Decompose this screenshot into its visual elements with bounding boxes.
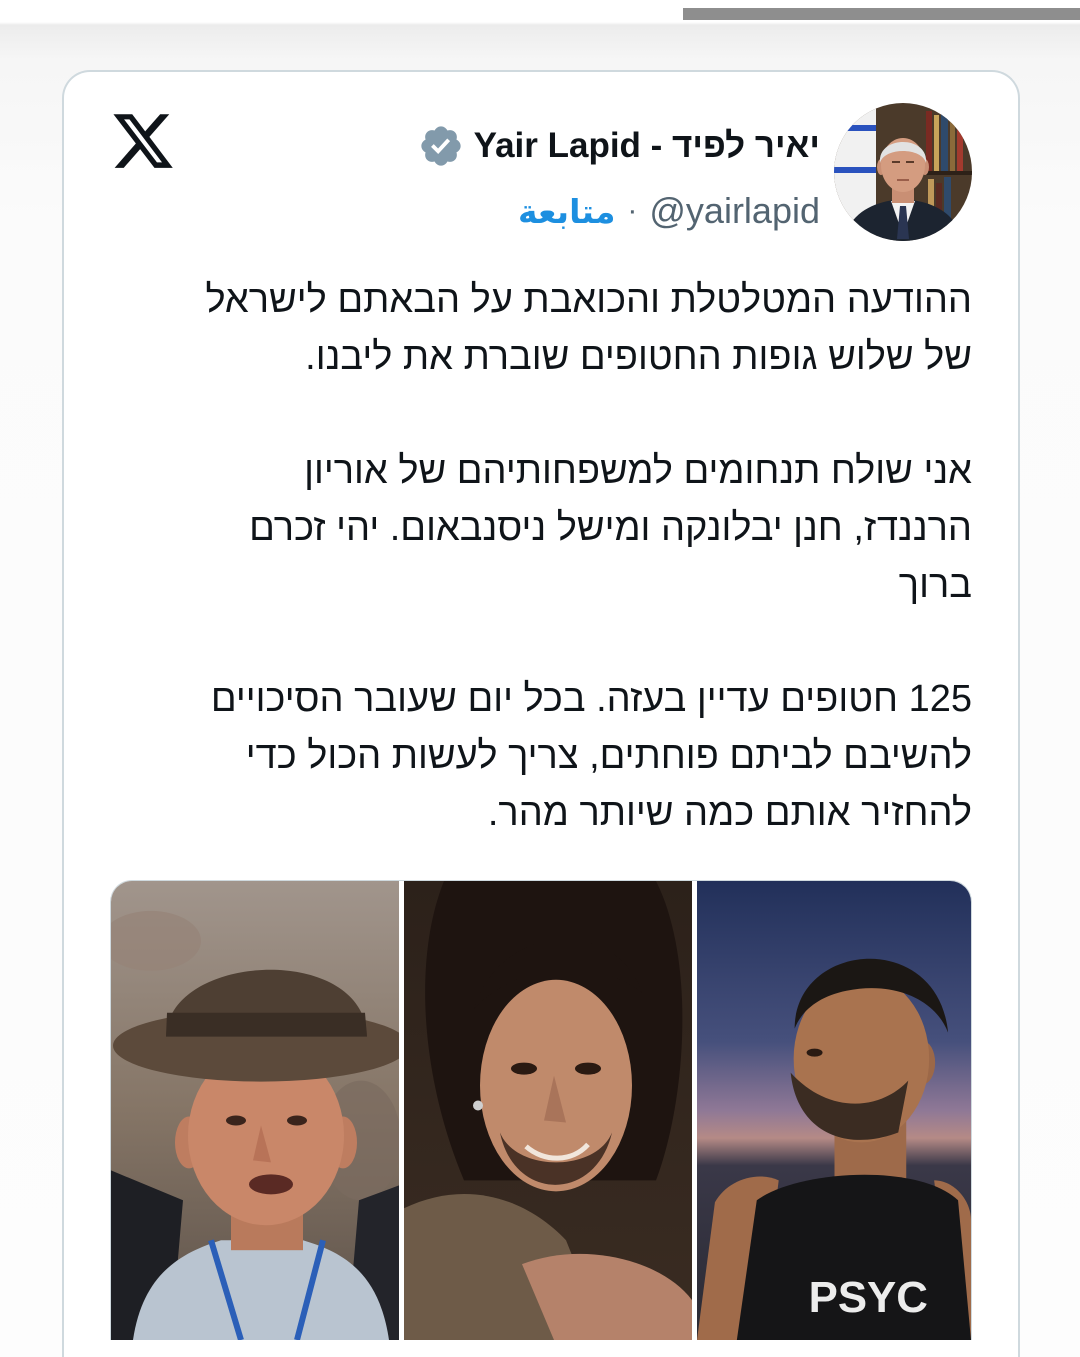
avatar[interactable]: [834, 103, 972, 241]
photo-middle[interactable]: [404, 881, 692, 1340]
tweet-text-line: להשיבם לביתם פוחתים, צריך לעשות הכול כדי: [245, 735, 972, 777]
photo-left[interactable]: [111, 881, 399, 1340]
tweet-text-line: להחזיר אותם כמה שיותר מהר.: [487, 792, 972, 834]
verified-badge-icon: [421, 126, 461, 166]
tweet-text-line: אני שולח תנחומים למשפחותיהם של אוריון: [304, 450, 972, 492]
shirt-text: PSYC: [809, 1273, 928, 1322]
page: יאיר לפיד - Yair Lapid @yairlapid · متاب…: [0, 0, 1080, 1357]
tweet-text-line: של שלוש גופות החטופים שוברת את ליבנו.: [305, 336, 972, 378]
photo-right-image: PSYC: [697, 881, 971, 1340]
tweet-paragraph: 125 חטופים עדיין בעזה. בכל יום שעובר הסי…: [206, 671, 972, 842]
photo-right[interactable]: PSYC: [697, 881, 971, 1340]
author-handle[interactable]: @yairlapid: [649, 190, 820, 232]
tweet-text-line: 125 חטופים עדיין בעזה. בכל יום שעובר הסי…: [210, 678, 972, 720]
tweet-paragraph: אני שולח תנחומים למשפחותיהם של אוריון הר…: [206, 443, 972, 614]
author-name[interactable]: יאיר לפיד - Yair Lapid: [474, 126, 820, 166]
x-logo-icon[interactable]: [110, 108, 176, 174]
tweet-card[interactable]: יאיר לפיד - Yair Lapid @yairlapid · متاب…: [62, 70, 1020, 1357]
tweet-text: ההודעה המטלטלת והכואבת על הבאתם לישראל ש…: [206, 272, 973, 842]
photo-left-image: [111, 881, 399, 1340]
photo-middle-image: [404, 881, 692, 1340]
top-scroll-indicator: [683, 8, 1080, 20]
handle-separator: ·: [627, 194, 638, 227]
tweet-text-line: הרננדז, חנן יבלונקה ומישל ניסנבאום. יהי …: [249, 507, 972, 549]
follow-button[interactable]: متابعة: [518, 192, 615, 231]
author-handle-row: @yairlapid · متابعة: [518, 186, 820, 236]
tweet-text-line: ההודעה המטלטלת והכואבת על הבאתם לישראל: [205, 279, 973, 321]
author-name-row[interactable]: יאיר לפיד - Yair Lapid: [418, 122, 820, 170]
tweet-media-grid: PSYC: [110, 880, 972, 1340]
tweet-text-line: ברוך: [898, 564, 972, 606]
person-middle: [404, 881, 692, 1340]
tweet-paragraph: ההודעה המטלטלת והכואבת על הבאתם לישראל ש…: [206, 272, 973, 386]
